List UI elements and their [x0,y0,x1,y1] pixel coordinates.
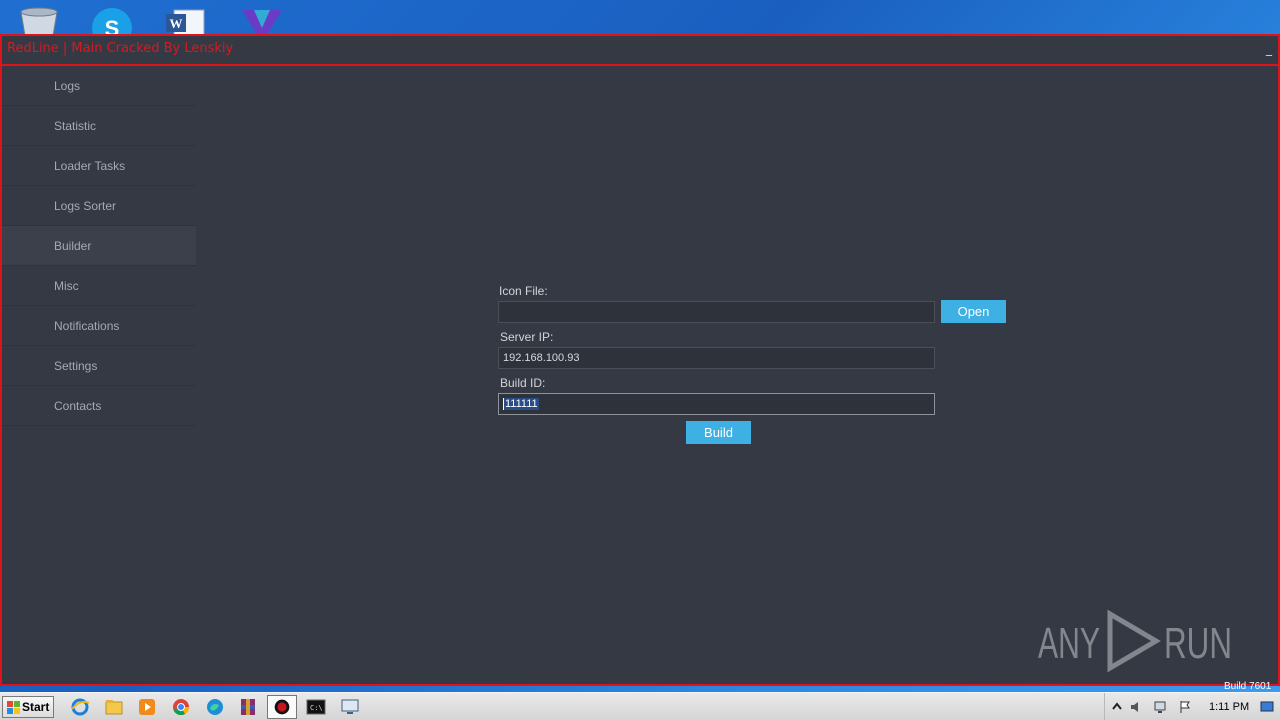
sidebar-item-label: Logs Sorter [54,199,117,213]
anyrun-watermark: ANY RUN [1038,609,1232,673]
svg-text:ANY: ANY [1038,619,1100,668]
build-id-field[interactable]: 111111 [498,393,935,415]
start-button[interactable]: Start [2,696,54,718]
sidebar-item-logs[interactable]: Logs [2,66,196,106]
sidebar-item-label: Builder [54,239,92,253]
recycle-bin-icon[interactable] [17,6,61,36]
clock[interactable]: 1:11 PM [1209,701,1249,713]
sidebar-item-contacts[interactable]: Contacts [2,386,196,426]
server-ip-field[interactable]: 192.168.100.93 [498,347,935,369]
app-v-icon[interactable] [240,6,284,36]
sidebar-item-label: Statistic [54,119,97,133]
redline-icon[interactable] [267,695,297,719]
show-hidden-icons-icon[interactable] [1110,700,1124,714]
build-id-label: Build ID: [500,376,546,390]
icon-file-field[interactable] [498,301,935,323]
open-button[interactable]: Open [941,300,1006,323]
sidebar-item-logs-sorter[interactable]: Logs Sorter [2,186,196,226]
internet-explorer-icon[interactable] [70,697,90,717]
build-button[interactable]: Build [686,421,751,444]
word-icon[interactable]: W [164,6,208,36]
redline-window: RedLine | Main Cracked By Lenskiy _ Logs… [0,34,1280,686]
skype-icon[interactable]: S [90,6,134,36]
sidebar-item-label: Logs [54,79,81,93]
show-desktop-icon[interactable] [1260,700,1274,714]
build-id-value: 111111 [503,398,539,410]
folder-icon[interactable] [104,697,124,717]
window-title: RedLine | Main Cracked By Lenskiy [7,41,234,56]
minimize-button[interactable]: _ [1266,42,1278,56]
start-label: Start [22,700,50,714]
server-ip-label: Server IP: [500,330,554,344]
icon-file-label: Icon File: [499,284,548,298]
cmd-icon[interactable]: C:\ [306,697,326,717]
sidebar-item-label: Misc [54,279,79,293]
chrome-icon[interactable] [171,697,191,717]
svg-text:W: W [170,16,183,31]
sidebar-item-notifications[interactable]: Notifications [2,306,196,346]
action-center-flag-icon[interactable] [1178,700,1192,714]
media-player-icon[interactable] [137,697,157,717]
svg-text:RUN: RUN [1164,619,1232,668]
sidebar-item-statistic[interactable]: Statistic [2,106,196,146]
sidebar-item-loader-tasks[interactable]: Loader Tasks [2,146,196,186]
sidebar-item-label: Loader Tasks [54,159,126,173]
sidebar-item-builder[interactable]: Builder [2,226,196,266]
sidebar-item-misc[interactable]: Misc [2,266,196,306]
title-bar[interactable]: RedLine | Main Cracked By Lenskiy _ [2,36,1278,66]
sidebar-item-label: Contacts [54,399,102,413]
sidebar-item-label: Notifications [54,319,120,333]
build-version-text: Build 7601 [1224,681,1272,692]
sidebar-item-settings[interactable]: Settings [2,346,196,386]
winrar-icon[interactable] [238,697,258,717]
sidebar-item-label: Settings [54,359,98,373]
edge-icon[interactable] [205,697,225,717]
network-icon[interactable] [1153,700,1167,714]
remote-desktop-icon[interactable] [340,697,360,717]
svg-text:S: S [105,16,120,36]
svg-text:C:\: C:\ [310,704,323,712]
taskbar: Start C:\ 1:11 PM [0,692,1280,720]
sidebar: Logs Statistic Loader Tasks Logs Sorter … [2,66,196,426]
volume-icon[interactable] [1129,700,1143,714]
windows-logo-icon [7,701,20,714]
